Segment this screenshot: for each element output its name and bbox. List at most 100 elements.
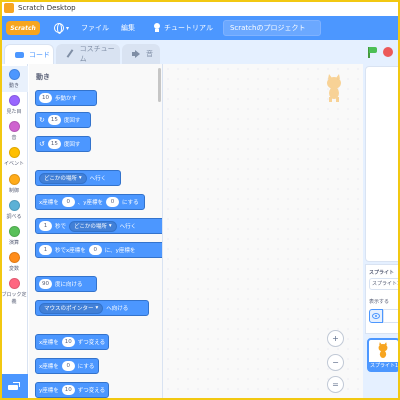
go-to-xy-block[interactable]: x座標を 0 、y座標を 0 にする (35, 194, 145, 210)
hide-sprite-button[interactable] (383, 309, 400, 323)
tab-sounds[interactable]: 音 (122, 44, 160, 64)
zoom-out-button[interactable]: − (327, 354, 344, 371)
stop-icon[interactable] (383, 47, 393, 57)
sprite-name-input[interactable]: スプライト1 (369, 278, 400, 290)
point-in-direction-block[interactable]: 90 度に向ける (35, 276, 97, 292)
glide-to-block[interactable]: 1 秒で どこかの場所 ▾ へ行く (35, 218, 162, 234)
block-number-input[interactable]: 0 (61, 197, 75, 207)
glide-to-xy-block[interactable]: 1 秒でx座標を 0 に、y座標を (35, 242, 162, 258)
zoom-in-button[interactable]: + (327, 330, 344, 347)
window-title: Scratch Desktop (18, 4, 76, 12)
block-text: ずつ変える (77, 340, 106, 346)
move-steps-block[interactable]: 10 歩動かす (35, 90, 97, 106)
block-text: y座標を (39, 388, 59, 394)
turn-left-block[interactable]: ↺ 15 度回す (35, 136, 91, 152)
block-text: 度に向ける (55, 282, 83, 288)
scratch-logo[interactable]: Scratch (6, 21, 40, 35)
tab-code[interactable]: コード (4, 44, 54, 64)
show-sprite-button[interactable] (369, 309, 383, 323)
block-number-input[interactable]: 0 (88, 245, 102, 255)
glide-target-dropdown[interactable]: どこかの場所 ▾ (69, 220, 117, 232)
sprite-thumbnail[interactable]: スプライト1 (367, 338, 400, 372)
block-number-input[interactable]: 10 (61, 385, 75, 395)
globe-icon (54, 23, 64, 34)
category-motion[interactable]: 動き (0, 66, 28, 92)
zoom-reset-icon: = (332, 380, 339, 389)
category-operators[interactable]: 演算 (0, 226, 28, 252)
category-control-label: 制御 (8, 188, 19, 194)
speaker-icon (132, 50, 142, 58)
dropdown-value: マウスのポインター (44, 306, 94, 312)
zoom-reset-button[interactable]: = (327, 376, 344, 393)
block-number-input[interactable]: 1 (39, 221, 52, 231)
block-number-input[interactable]: 15 (47, 139, 61, 149)
sprite-thumbnail-label: スプライト1 (369, 362, 398, 370)
block-text: にする (122, 200, 139, 206)
sprite-info-panel: スプライト スプライト1 表示する (365, 264, 400, 334)
editor-tabs: コード コスチューム 音 (0, 40, 365, 64)
project-title-input[interactable]: Scratchのプロジェクト (222, 20, 321, 36)
category-sensing-dot (8, 200, 20, 211)
change-y-block[interactable]: y座標を 10 ずつ変える (35, 382, 109, 398)
stage-canvas[interactable] (365, 66, 400, 262)
category-sensing[interactable]: 調べる (0, 200, 28, 226)
category-events[interactable]: イベント (0, 147, 28, 173)
edit-menu[interactable]: 編集 (121, 23, 135, 33)
block-number-input[interactable]: 10 (39, 93, 52, 103)
dropdown-value: どこかの場所 (44, 176, 77, 182)
tutorials-button[interactable]: チュートリアル (153, 23, 213, 33)
rotate-left-icon: ↺ (39, 139, 45, 148)
add-extension-button[interactable] (0, 374, 28, 400)
category-my-blocks-label: ブロック定義 (1, 292, 27, 305)
language-menu[interactable]: ▾ (54, 23, 69, 34)
change-x-block[interactable]: x座標を 10 ずつ変える (35, 334, 109, 350)
category-control[interactable]: 制御 (0, 174, 28, 200)
code-workspace[interactable]: + − = (163, 64, 363, 400)
category-control-dot (8, 174, 20, 185)
category-looks[interactable]: 見た目 (0, 95, 28, 121)
category-events-label: イベント (3, 161, 24, 167)
green-flag-icon[interactable] (368, 47, 378, 58)
palette-scrollbar[interactable] (158, 68, 161, 102)
category-variables[interactable]: 変数 (0, 252, 28, 278)
block-number-input[interactable]: 15 (47, 115, 61, 125)
category-motion-dot (8, 69, 20, 80)
category-my-blocks[interactable]: ブロック定義 (0, 278, 28, 308)
block-number-input[interactable]: 0 (61, 361, 75, 371)
tab-sounds-label: 音 (146, 50, 153, 58)
point-target-dropdown[interactable]: マウスのポインター ▾ (39, 302, 104, 314)
category-my-blocks-dot (8, 278, 20, 289)
dropdown-value: どこかの場所 (74, 224, 107, 230)
stage-pane: スプライト スプライト1 表示する スプライト1 (363, 64, 400, 400)
category-sound[interactable]: 音 (0, 121, 28, 147)
sprite-cat-icon (327, 74, 341, 102)
category-variables-label: 変数 (8, 266, 19, 272)
category-variables-dot (8, 252, 20, 263)
block-number-input[interactable]: 90 (39, 279, 52, 289)
block-text: x座標を (39, 364, 59, 370)
extension-icon (8, 382, 20, 391)
menu-bar: Scratch ▾ ファイル 編集 チュートリアル Scratchのプロジェクト (0, 16, 400, 40)
turn-right-block[interactable]: ↻ 15 度回す (35, 112, 91, 128)
block-number-input[interactable]: 0 (106, 197, 120, 207)
sprite-cat-icon (378, 342, 388, 358)
block-number-input[interactable]: 10 (61, 337, 75, 347)
block-number-input[interactable]: 1 (39, 245, 52, 255)
category-looks-label: 見た目 (6, 109, 22, 115)
tab-costumes[interactable]: コスチューム (56, 44, 120, 64)
block-text: 度回す (63, 142, 81, 148)
chevron-down-icon: ▾ (78, 175, 82, 181)
go-to-block[interactable]: どこかの場所 ▾ へ行く (35, 170, 121, 186)
block-text: x座標を (39, 340, 59, 346)
category-menu: 動き 見た目 音 イベント 制御 調べる 演算 変数 ブロック定義 (0, 64, 28, 400)
category-operators-dot (8, 226, 20, 237)
point-towards-block[interactable]: マウスのポインター ▾ へ向ける (35, 300, 149, 316)
set-x-block[interactable]: x座標を 0 にする (35, 358, 99, 374)
goto-target-dropdown[interactable]: どこかの場所 ▾ (39, 172, 87, 184)
category-sensing-label: 調べる (6, 214, 22, 220)
block-text: x座標を (39, 200, 59, 206)
category-events-dot (8, 147, 20, 158)
block-text: へ向ける (106, 306, 129, 312)
file-menu[interactable]: ファイル (81, 23, 109, 33)
tab-code-label: コード (29, 50, 50, 59)
